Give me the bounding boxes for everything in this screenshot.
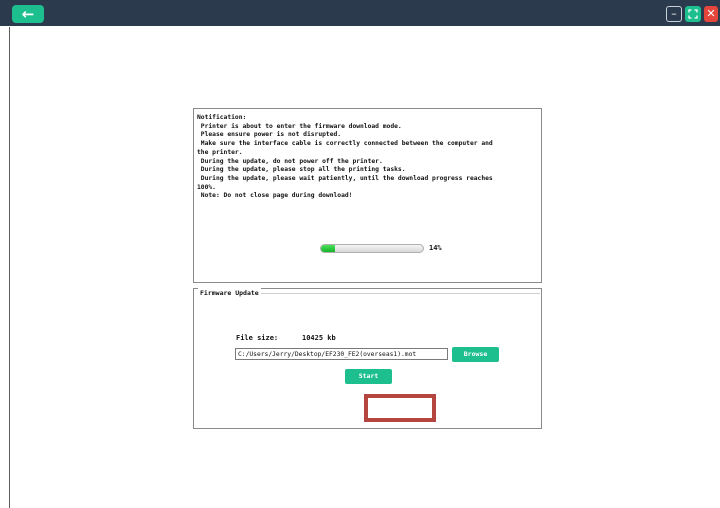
browse-button[interactable]: Browse [452, 347, 499, 362]
download-progress-bar [320, 244, 424, 253]
file-path-input[interactable] [235, 348, 448, 360]
panel-title-divider [260, 293, 540, 294]
notification-text: Notification: Printer is about to enter … [197, 114, 493, 200]
left-border-divider [9, 27, 10, 508]
maximize-button[interactable] [685, 6, 701, 22]
arrow-left-icon: ← [21, 5, 35, 23]
file-size-label: File size: [236, 334, 279, 342]
title-bar: ← – ✕ [0, 0, 720, 26]
minimize-icon: – [671, 7, 677, 20]
maximize-icon [688, 8, 698, 19]
highlight-marker [364, 394, 436, 422]
firmware-update-legend: Firmware Update [198, 288, 261, 298]
notification-panel: Notification: Printer is about to enter … [193, 108, 542, 283]
minimize-button[interactable]: – [666, 6, 682, 22]
firmware-update-page: ← – ✕ Notification: Printer is about to … [0, 0, 720, 508]
back-button[interactable]: ← [12, 5, 44, 23]
download-progress-fill [321, 245, 336, 252]
start-button[interactable]: Start [345, 369, 392, 384]
file-size-value: 10425 kb [302, 334, 336, 342]
close-icon: ✕ [706, 7, 716, 20]
download-progress-percent: 14% [429, 244, 442, 252]
close-button[interactable]: ✕ [704, 6, 718, 22]
